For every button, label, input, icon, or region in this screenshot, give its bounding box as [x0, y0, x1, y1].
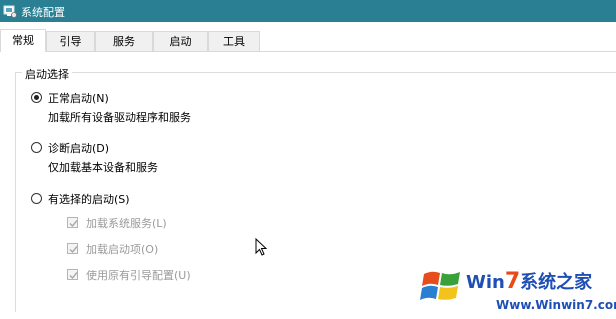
watermark-url: Www.Winwin7.com: [496, 298, 616, 312]
watermark: Win7系统之家 Www.Winwin7.com: [416, 262, 616, 319]
load-startup-items-label: 加载启动项(O): [86, 243, 159, 256]
tab-general[interactable]: 常规: [0, 29, 46, 52]
selective-startup-radio[interactable]: [31, 193, 42, 204]
mouse-cursor-icon: [255, 237, 269, 261]
tab-services[interactable]: 服务: [95, 31, 153, 51]
use-original-boot-config-label: 使用原有引导配置(U): [86, 269, 191, 282]
title-bar: 系统配置: [0, 0, 616, 22]
watermark-brand-prefix: Win: [466, 272, 505, 293]
windows-logo-icon: [420, 264, 464, 311]
load-startup-items-checkbox[interactable]: [67, 243, 78, 254]
diagnostic-startup-description: 仅加载基本设备和服务: [48, 161, 158, 174]
tab-boot[interactable]: 引导: [46, 31, 95, 51]
checkmark-icon: [69, 246, 78, 254]
normal-startup-label[interactable]: 正常启动(N): [48, 90, 109, 106]
system-config-icon: [3, 4, 17, 18]
watermark-brand-number: 7: [504, 269, 521, 294]
checkmark-icon: [69, 220, 78, 228]
watermark-brand-suffix: 系统之家: [520, 272, 593, 293]
diagnostic-startup-label[interactable]: 诊断启动(D): [48, 140, 109, 156]
load-system-services-label: 加载系统服务(L): [86, 217, 167, 230]
window-title: 系统配置: [21, 6, 65, 19]
selective-startup-label[interactable]: 有选择的启动(S): [48, 191, 130, 207]
watermark-brand: Win7系统之家: [466, 268, 592, 294]
load-system-services-checkbox[interactable]: [67, 217, 78, 228]
checkmark-icon: [69, 272, 78, 280]
use-original-boot-config-checkbox[interactable]: [67, 269, 78, 280]
tab-tools[interactable]: 工具: [208, 31, 260, 51]
diagnostic-startup-radio[interactable]: [31, 142, 42, 153]
group-title: 启动选择: [22, 66, 72, 82]
normal-startup-description: 加载所有设备驱动程序和服务: [48, 111, 191, 124]
normal-startup-radio[interactable]: [31, 92, 42, 103]
tab-startup[interactable]: 启动: [153, 31, 208, 51]
